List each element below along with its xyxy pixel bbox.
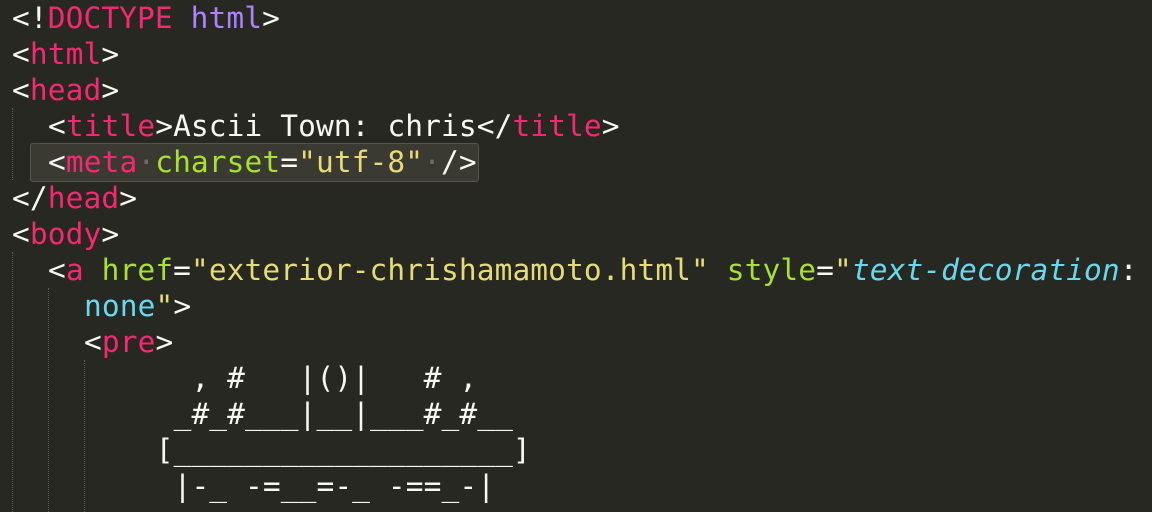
token-string: "utf-8" — [298, 145, 424, 179]
token-tag: a — [65, 253, 84, 287]
indent-guide — [84, 360, 85, 512]
token-attr: charset — [155, 145, 281, 179]
token-string: " — [833, 253, 852, 287]
token-tag: body — [29, 217, 102, 251]
token-string: " — [155, 289, 174, 323]
token-tag: title — [65, 109, 156, 143]
token-punc: > — [262, 1, 280, 35]
token-punc: </ — [12, 181, 48, 215]
token-punc: > — [155, 325, 174, 359]
token-punc: < — [48, 145, 66, 179]
token-punc: = — [280, 145, 299, 179]
token-css-property: text-decoration — [851, 253, 1120, 287]
token-tag: head — [29, 73, 102, 107]
token-punc: < — [48, 109, 66, 143]
token-doctype: DOCTYPE — [47, 1, 173, 35]
token-tag: head — [47, 181, 120, 215]
token-tag: meta — [65, 145, 138, 179]
code-editor[interactable]: <!DOCTYPE html> <html> <head> <title>Asc… — [0, 0, 1152, 512]
code-line-11: , # |()| # , — [120, 360, 477, 396]
token-punc: < — [48, 253, 66, 287]
code-line-2: <html> — [12, 36, 119, 72]
token-punc: > — [101, 37, 120, 71]
code-line-6: </head> — [12, 180, 137, 216]
token-tag: title — [512, 109, 602, 143]
token-attr: style — [726, 253, 817, 287]
token-punc: > — [155, 109, 174, 143]
token-tag: html — [29, 37, 102, 71]
token-punc: > — [101, 73, 120, 107]
token-punc: <! — [12, 1, 48, 35]
ascii-art-text: |-_ -=__=-_ -==_-| — [120, 469, 496, 503]
code-line-14: |-_ -=__=-_ -==_-| — [120, 468, 495, 504]
indent-guide — [48, 288, 49, 512]
token-tag: pre — [101, 325, 156, 359]
token-punc: < — [12, 37, 30, 71]
token-punc: < — [12, 217, 30, 251]
code-line-9: none"> — [84, 288, 191, 324]
token-punc: < — [84, 325, 102, 359]
whitespace-dot: · — [423, 145, 442, 179]
code-line-8: <a href="exterior-chrishamamoto.html" st… — [48, 252, 1138, 288]
token-css-value: none — [84, 289, 156, 323]
whitespace-dot: · — [137, 145, 156, 179]
code-line-13: [___________________] — [120, 432, 531, 468]
code-line-5: <meta·charset="utf-8"·/> — [48, 144, 477, 180]
token-text: Ascii Town: chris — [173, 109, 477, 143]
code-line-3: <head> — [12, 72, 119, 108]
token-attr: href — [101, 253, 174, 287]
token-punc: > — [601, 109, 620, 143]
token-punc: = — [173, 253, 191, 287]
token-punc: = — [816, 253, 834, 287]
code-line-7: <body> — [12, 216, 119, 252]
indent-guide — [12, 108, 13, 180]
ascii-art-text: , # |()| # , — [120, 361, 478, 395]
code-line-1: <!DOCTYPE html> — [12, 0, 280, 36]
token-punc: > — [101, 217, 120, 251]
token-string: "exterior-chrishamamoto.html" — [190, 253, 709, 287]
ascii-art-text: [___________________] — [120, 433, 531, 467]
token-punc: > — [173, 289, 192, 323]
code-line-12: _#_#___|__|___#_#__ — [120, 396, 513, 432]
token-doctype-name: html — [190, 1, 263, 35]
ascii-art-text: _#_#___|__|___#_#__ — [120, 397, 513, 431]
token-punc: /> — [441, 145, 477, 179]
code-line-4: <title>Ascii Town: chris</title> — [48, 108, 620, 144]
token-punc: > — [119, 181, 138, 215]
token-punc: : — [1119, 253, 1138, 287]
token-punc: </ — [476, 109, 513, 143]
indent-guide — [12, 252, 13, 512]
token-punc: < — [12, 73, 30, 107]
code-line-10: <pre> — [84, 324, 173, 360]
